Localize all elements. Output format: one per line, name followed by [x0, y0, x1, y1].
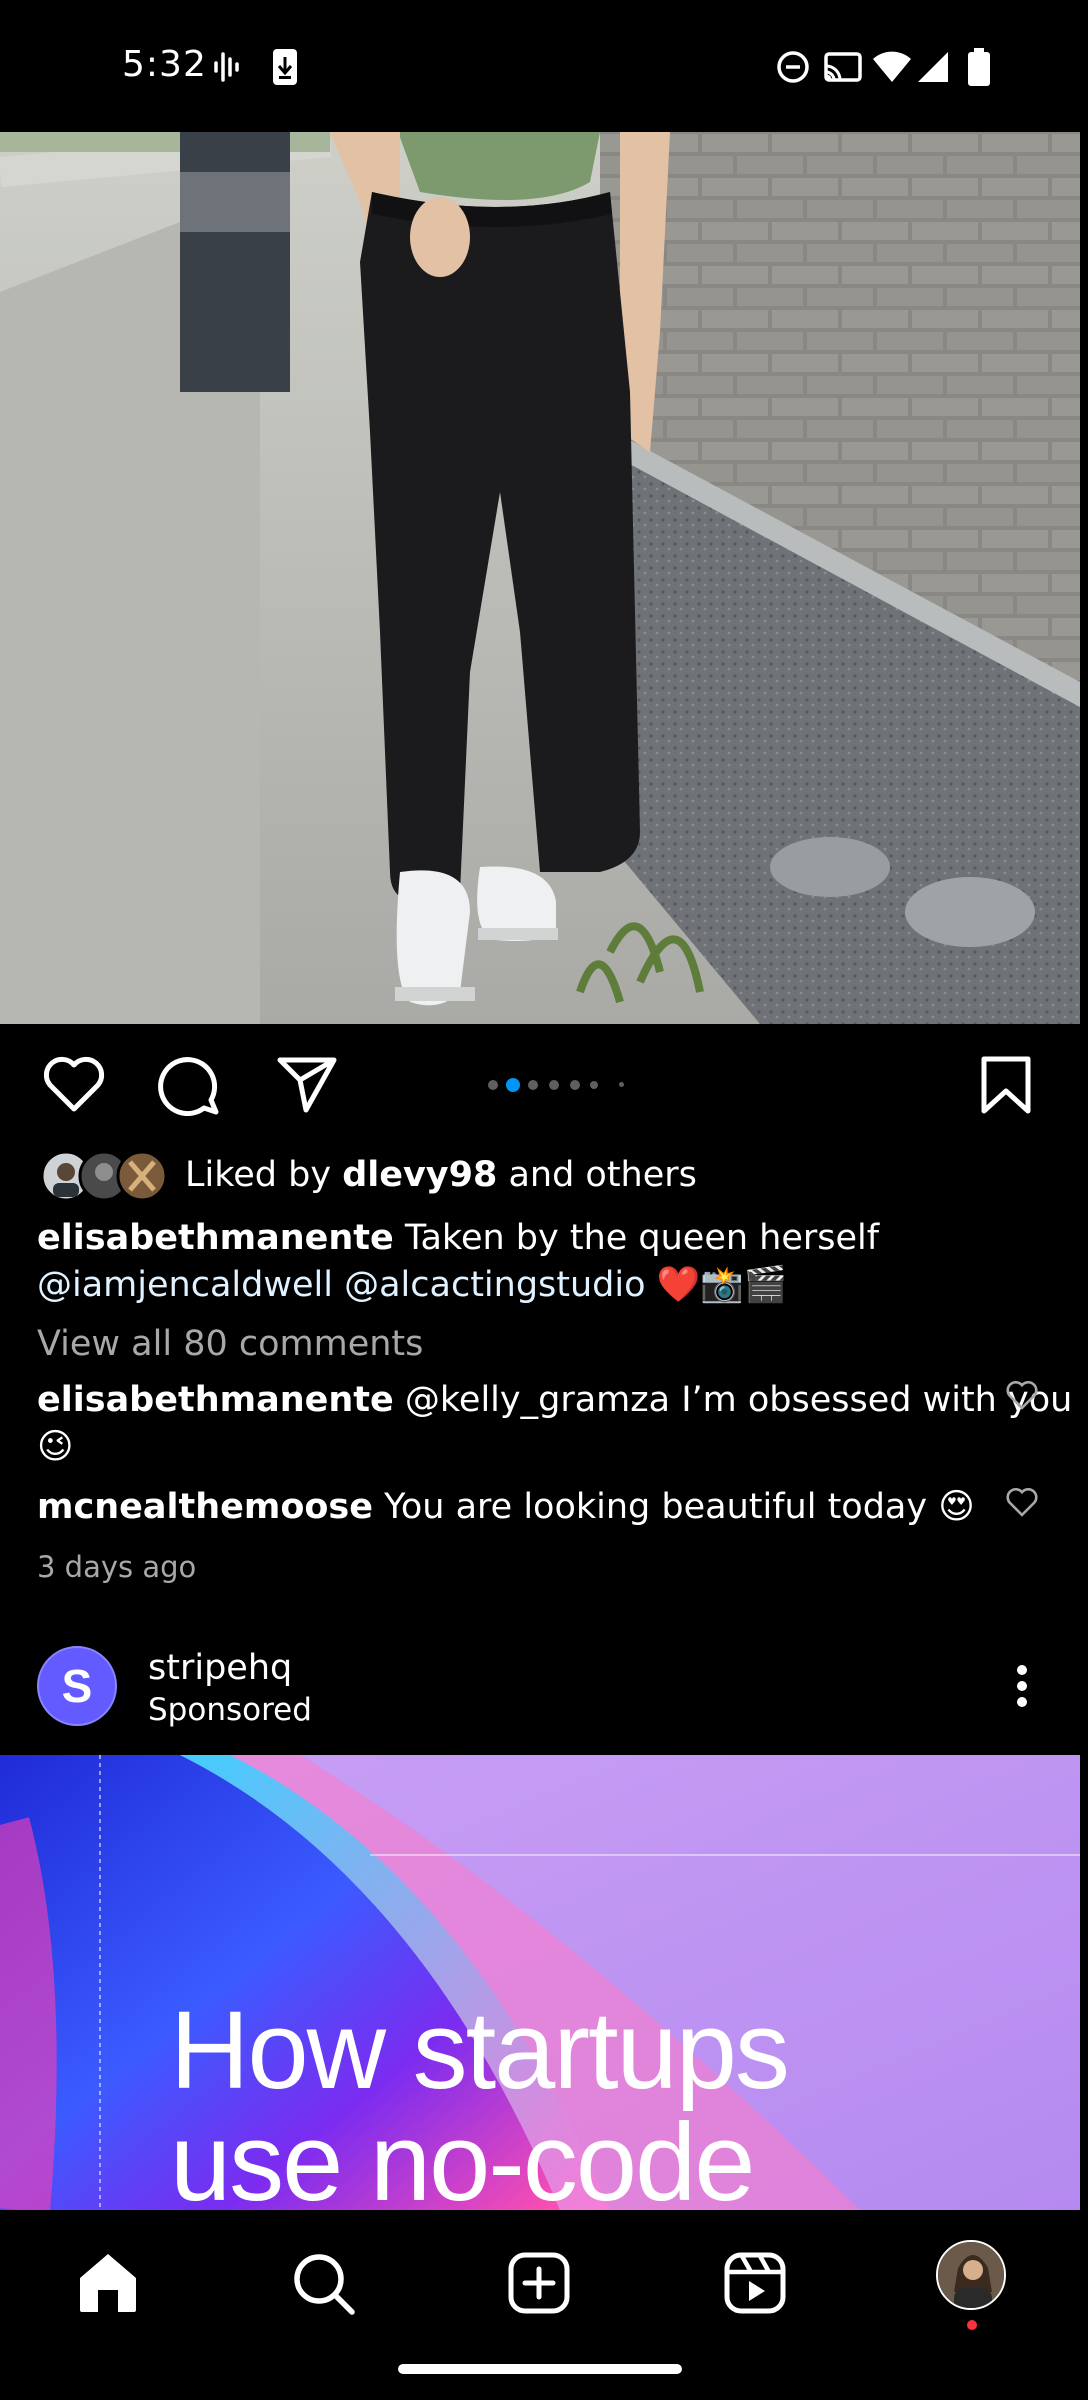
caption-username[interactable]: elisabethmanente	[37, 1218, 394, 1258]
status-time: 5:32	[122, 44, 207, 85]
view-all-comments-link[interactable]: View all 80 comments	[37, 1321, 423, 1368]
share-icon[interactable]	[276, 1054, 338, 1114]
sponsored-label: Sponsored	[148, 1692, 312, 1728]
profile-avatar[interactable]	[936, 2240, 1006, 2310]
comment-username[interactable]: elisabethmanente	[37, 1380, 394, 1420]
more-options-icon[interactable]	[1012, 1664, 1032, 1708]
post-caption-line2: @iamjencaldwell @alcactingstudio ❤️📸🎬	[37, 1265, 788, 1305]
like-icon[interactable]	[42, 1055, 106, 1113]
liked-by-text[interactable]: Liked by dlevy98 and others	[185, 1152, 697, 1199]
signal-icon	[918, 52, 948, 82]
comment-like-icon[interactable]	[1005, 1487, 1039, 1517]
post-image[interactable]	[0, 132, 1080, 1024]
search-icon[interactable]	[292, 2252, 356, 2316]
status-bar: 5:32	[0, 0, 1088, 132]
comment-1-continued: 😉	[37, 1427, 74, 1467]
home-indicator[interactable]	[398, 2364, 682, 2374]
liker-avatars[interactable]	[40, 1150, 170, 1202]
active-page-dot	[506, 1078, 520, 1092]
comment-icon[interactable]	[158, 1054, 220, 1116]
reels-icon[interactable]	[724, 2252, 786, 2314]
create-icon[interactable]	[508, 2252, 570, 2314]
mention-iamjencaldwell[interactable]: @iamjencaldwell	[37, 1265, 333, 1305]
bookmark-icon[interactable]	[980, 1055, 1032, 1115]
liker-username: dlevy98	[342, 1155, 498, 1195]
do-not-disturb-icon	[777, 51, 809, 83]
voice-wave-icon	[214, 52, 239, 82]
mention-alcactingstudio[interactable]: @alcactingstudio	[344, 1265, 645, 1305]
comment-2: mcnealthemoose You are looking beautiful…	[37, 1487, 975, 1527]
post-caption: elisabethmanente Taken by the queen hers…	[37, 1218, 880, 1258]
battery-icon	[968, 48, 990, 86]
carousel-pager	[488, 1078, 628, 1092]
ad-headline: How startups use no-code	[170, 1989, 790, 2224]
notification-dot	[967, 2320, 977, 2330]
ad-username[interactable]: stripehq	[148, 1648, 292, 1688]
comment-username[interactable]: mcnealthemoose	[37, 1487, 373, 1527]
cast-icon	[824, 52, 862, 82]
post-timestamp: 3 days ago	[37, 1550, 197, 1584]
ad-avatar[interactable]: S	[37, 1646, 117, 1726]
wifi-icon	[873, 51, 911, 82]
comment-like-icon[interactable]	[1005, 1380, 1039, 1410]
download-icon	[273, 49, 297, 85]
home-icon[interactable]	[76, 2252, 140, 2314]
comment-1: elisabethmanente @kelly_gramza I’m obses…	[37, 1380, 1073, 1420]
